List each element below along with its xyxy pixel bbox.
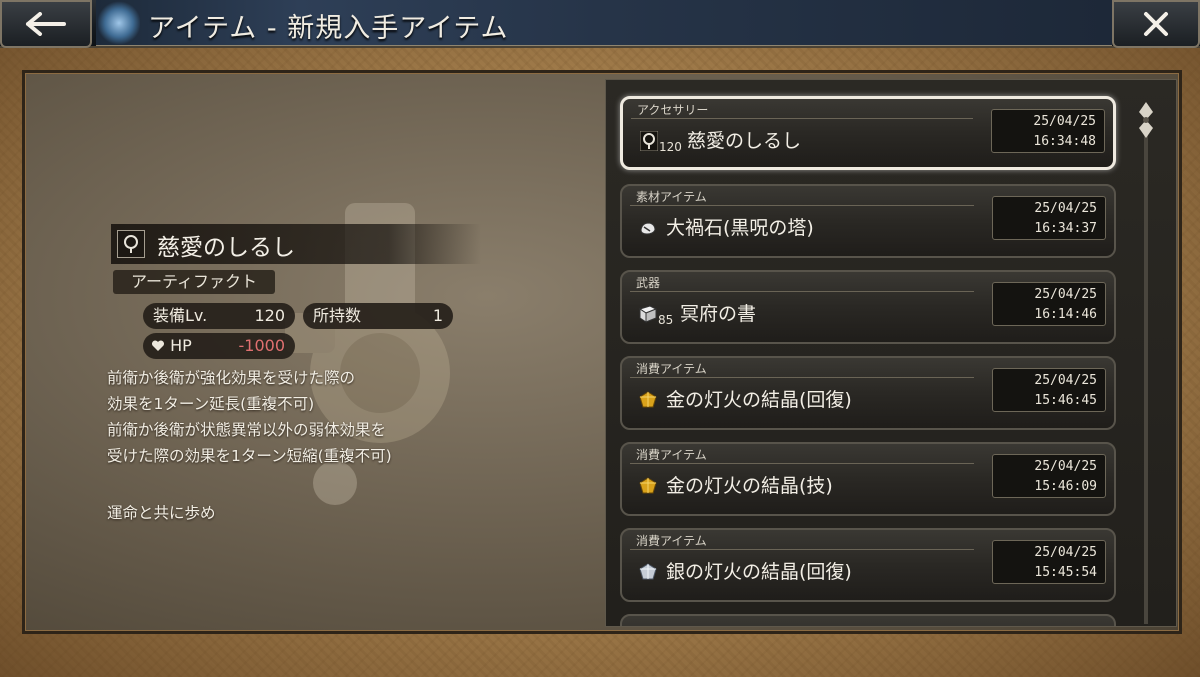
entry-name: 冥府の書	[680, 303, 757, 325]
entry-date: 25/04/25	[1034, 545, 1097, 560]
heart-icon	[151, 340, 165, 351]
entry-date: 25/04/25	[1033, 114, 1096, 129]
entry-category: 素材アイテム	[636, 190, 707, 204]
new-item-list[interactable]: アクセサリー 120 慈愛のしるし 25/04/25 16:34:48 素材アイ…	[605, 79, 1177, 627]
equip-level-stat: 装備Lv. 120	[143, 303, 295, 329]
entry-time: 15:45:54	[1034, 565, 1097, 580]
item-list-entry[interactable]: 素材アイテム 大禍石(黒呪の塔) 25/04/25 16:34:37	[620, 184, 1116, 258]
description-line: 受けた際の効果を1ターン短縮(重複不可)	[107, 447, 392, 465]
entry-timestamp: 25/04/25 15:46:09	[992, 454, 1106, 498]
title-plate: アイテム - 新規入手アイテム	[96, 0, 1112, 46]
book-icon	[638, 304, 658, 324]
entry-time: 15:46:09	[1034, 479, 1097, 494]
entry-timestamp: 25/04/25 15:45:54	[992, 540, 1106, 584]
entry-date: 25/04/25	[1034, 201, 1097, 216]
entry-date: 25/04/25	[1034, 459, 1097, 474]
entry-category: 消費アイテム	[636, 534, 707, 548]
entry-divider	[631, 118, 973, 119]
item-detail: 慈愛のしるし アーティファクト 装備Lv. 120 所持数 1 HP -1000…	[25, 73, 605, 631]
entry-category: 消費アイテム	[636, 448, 707, 462]
item-list-entry[interactable]: 消費アイテム 金の灯火の結晶(技) 25/04/25 15:46:09	[620, 442, 1116, 516]
ring-icon	[639, 131, 659, 151]
entry-category: 武器	[636, 276, 661, 290]
silver-crystal-icon	[638, 562, 658, 582]
hp-label: HP	[170, 336, 192, 355]
entry-date: 25/04/25	[1034, 287, 1097, 302]
gold-crystal-icon	[638, 476, 658, 496]
stone-icon	[638, 218, 658, 238]
entry-level: 120	[659, 140, 682, 154]
flavor-text: 運命と共に歩め	[107, 504, 216, 522]
arrow-left-icon	[26, 12, 66, 36]
entry-timestamp: 25/04/25 16:34:48	[991, 109, 1105, 153]
hp-stat: HP -1000	[143, 333, 295, 359]
header-bar: アイテム - 新規入手アイテム	[0, 0, 1200, 48]
entry-timestamp: 25/04/25 15:46:45	[992, 368, 1106, 412]
equip-level-value: 120	[254, 306, 285, 325]
entry-category: 消費アイテム	[636, 362, 707, 376]
close-button[interactable]	[1112, 0, 1200, 48]
entry-divider	[630, 377, 974, 378]
description-line: 前衛か後衛が強化効果を受けた際の	[107, 369, 356, 387]
ring-icon	[117, 230, 145, 258]
item-category: アーティファクト	[113, 270, 275, 294]
owned-count-label: 所持数	[313, 306, 362, 325]
entry-level: 85	[658, 313, 674, 327]
entry-divider	[630, 291, 974, 292]
description-line: 前衛か後衛が状態異常以外の弱体効果を	[107, 421, 387, 439]
entry-category: アクセサリー	[637, 103, 709, 117]
entry-name: 金の灯火の結晶(技)	[666, 475, 833, 497]
entry-name: 銀の灯火の結晶(回復)	[666, 561, 852, 583]
gold-crystal-icon	[638, 390, 658, 410]
entry-divider	[630, 463, 974, 464]
entry-date: 25/04/25	[1034, 373, 1097, 388]
entry-name: 慈愛のしるし	[687, 130, 802, 152]
close-icon	[1144, 12, 1168, 36]
entry-name: 大禍石(黒呪の塔)	[666, 217, 814, 239]
entry-timestamp: 25/04/25 16:14:46	[992, 282, 1106, 326]
hp-value: -1000	[238, 336, 286, 355]
entry-divider	[630, 549, 974, 550]
content-panel: 慈愛のしるし アーティファクト 装備Lv. 120 所持数 1 HP -1000…	[22, 70, 1182, 634]
item-list-entry[interactable]: 消費アイテム 銀の灯火の結晶(回復) 25/04/25 15:45:54	[620, 528, 1116, 602]
item-name: 慈愛のしるし	[157, 235, 295, 261]
description-line: 効果を1ターン延長(重複不可)	[107, 395, 315, 413]
hp-label-group: HP	[151, 333, 192, 359]
item-name-bar: 慈愛のしるし	[111, 224, 481, 264]
item-list-entry[interactable]: 武器 85 冥府の書 25/04/25 16:14:46	[620, 270, 1116, 344]
owned-count-value: 1	[432, 306, 443, 325]
entry-timestamp: 25/04/25 16:34:37	[992, 196, 1106, 240]
entry-time: 16:34:37	[1034, 221, 1097, 236]
scrollbar-track[interactable]	[1144, 104, 1148, 624]
entry-time: 15:46:45	[1034, 393, 1097, 408]
item-list-entry[interactable]: アクセサリー 120 慈愛のしるし 25/04/25 16:34:48	[620, 96, 1116, 170]
equip-level-label: 装備Lv.	[153, 306, 208, 325]
scrollbar-thumb[interactable]	[1139, 102, 1153, 138]
entry-name: 金の灯火の結晶(回復)	[666, 389, 852, 411]
entry-time: 16:14:46	[1034, 307, 1097, 322]
item-description: 前衛か後衛が強化効果を受けた際の 効果を1ターン延長(重複不可) 前衛か後衛が状…	[107, 365, 507, 469]
page-title: アイテム - 新規入手アイテム	[148, 13, 509, 44]
back-button[interactable]	[0, 0, 92, 48]
entry-divider	[630, 205, 974, 206]
emblem-icon	[98, 0, 140, 46]
item-list-entry[interactable]: 消費アイテム 金の灯火の結晶(回復) 25/04/25 15:46:45	[620, 356, 1116, 430]
entry-time: 16:34:48	[1033, 134, 1096, 149]
owned-count-stat: 所持数 1	[303, 303, 453, 329]
item-list-entry-partial[interactable]	[620, 614, 1116, 626]
